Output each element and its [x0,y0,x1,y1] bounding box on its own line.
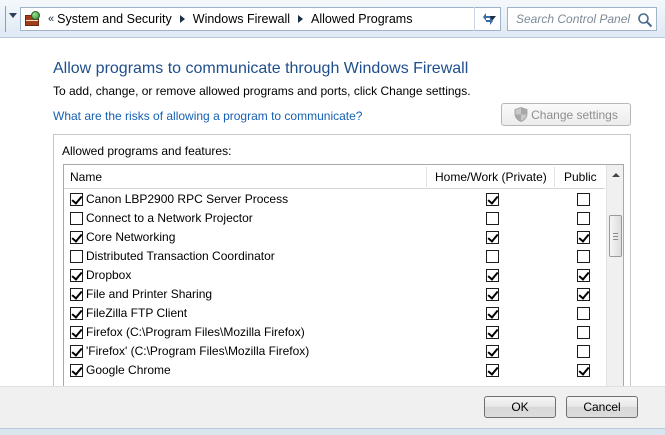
public-network-checkbox[interactable] [577,269,590,282]
program-enabled-checkbox[interactable] [70,345,83,358]
program-enabled-checkbox[interactable] [70,212,83,225]
program-name: Firefox (C:\Program Files\Mozilla Firefo… [86,325,305,339]
scroll-up-arrow-icon[interactable] [612,173,620,177]
address-bar: « System and Security Windows Firewall A… [0,0,665,38]
program-enabled-checkbox[interactable] [70,288,83,301]
public-network-checkbox[interactable] [577,326,590,339]
table-row[interactable]: Distributed Transaction Coordinator [64,247,605,266]
vertical-scrollbar[interactable] [606,165,623,386]
program-enabled-checkbox[interactable] [70,326,83,339]
cancel-button[interactable]: Cancel [566,396,638,418]
private-network-checkbox[interactable] [486,326,499,339]
breadcrumb-windows-firewall[interactable]: Windows Firewall [193,12,290,26]
table-row[interactable]: 'Firefox' (C:\Program Files\Mozilla Fire… [64,342,605,361]
ok-button[interactable]: OK [484,396,556,418]
private-network-checkbox[interactable] [486,231,499,244]
public-network-checkbox[interactable] [577,307,590,320]
program-name: 'Firefox' (C:\Program Files\Mozilla Fire… [86,344,310,358]
recent-pages-dropdown-icon[interactable] [9,13,17,18]
table-row[interactable]: Canon LBP2900 RPC Server Process [64,190,605,209]
page-description: To add, change, or remove allowed progra… [53,84,471,98]
private-network-checkbox[interactable] [486,269,499,282]
change-settings-label: Change settings [531,107,618,122]
uac-shield-icon [514,107,528,122]
column-divider[interactable] [554,167,555,187]
table-row[interactable]: FileZilla FTP Client [64,304,605,323]
window-bottom-edge [0,428,665,435]
private-network-checkbox[interactable] [486,212,499,225]
table-row[interactable]: Connect to a Network Projector [64,209,605,228]
program-name: Canon LBP2900 RPC Server Process [86,192,289,206]
public-network-checkbox[interactable] [577,250,590,263]
table-row[interactable]: Firefox (C:\Program Files\Mozilla Firefo… [64,323,605,342]
program-enabled-checkbox[interactable] [70,364,83,377]
public-network-checkbox[interactable] [577,231,590,244]
programs-list[interactable]: Name Home/Work (Private) Public Canon LB… [63,164,624,386]
search-icon[interactable] [637,12,653,28]
column-header-name[interactable]: Name [64,165,102,189]
program-enabled-checkbox[interactable] [70,269,83,282]
public-network-checkbox[interactable] [577,212,590,225]
breadcrumb[interactable]: « System and Security Windows Firewall A… [20,7,501,31]
breadcrumb-separator-icon[interactable] [298,15,304,23]
risks-link[interactable]: What are the risks of allowing a program… [53,109,362,123]
scrollbar-thumb[interactable] [609,215,622,257]
public-network-checkbox[interactable] [577,288,590,301]
program-name: File and Printer Sharing [86,287,213,301]
column-header-public[interactable]: Public [558,165,597,189]
program-name: Dropbox [86,268,132,282]
public-network-checkbox[interactable] [577,364,590,377]
search-box[interactable] [507,7,657,31]
change-settings-button[interactable]: Change settings [501,103,631,126]
private-network-checkbox[interactable] [486,288,499,301]
program-rows: Canon LBP2900 RPC Server Process Connect … [64,190,605,380]
search-input[interactable] [508,8,636,30]
column-divider[interactable] [426,167,427,187]
table-row[interactable]: Google Chrome [64,361,605,380]
program-name: FileZilla FTP Client [86,306,188,320]
breadcrumb-separator-icon[interactable] [179,15,185,23]
program-name: Distributed Transaction Coordinator [86,249,275,263]
program-name: Connect to a Network Projector [86,211,253,225]
public-network-checkbox[interactable] [577,345,590,358]
program-name: Core Networking [86,230,176,244]
group-label: Allowed programs and features: [62,144,232,158]
breadcrumb-allowed-programs[interactable]: Allowed Programs [311,12,412,26]
refresh-arrows-icon [482,13,493,25]
private-network-checkbox[interactable] [486,193,499,206]
private-network-checkbox[interactable] [486,307,499,320]
table-row[interactable]: Dropbox [64,266,605,285]
list-header: Name Home/Work (Private) Public [64,165,605,189]
private-network-checkbox[interactable] [486,345,499,358]
program-name: Google Chrome [86,363,171,377]
program-enabled-checkbox[interactable] [70,231,83,244]
breadcrumb-system-and-security[interactable]: System and Security [57,12,172,26]
breadcrumb-overflow-chevron[interactable]: « [48,13,54,25]
back-forward-edge[interactable] [0,6,6,32]
column-header-private[interactable]: Home/Work (Private) [429,165,547,189]
table-row[interactable]: File and Printer Sharing [64,285,605,304]
private-network-checkbox[interactable] [486,364,499,377]
private-network-checkbox[interactable] [486,250,499,263]
program-enabled-checkbox[interactable] [70,307,83,320]
page-title: Allow programs to communicate through Wi… [53,60,469,77]
table-row[interactable]: Core Networking [64,228,605,247]
refresh-button[interactable] [474,7,500,31]
public-network-checkbox[interactable] [577,193,590,206]
firewall-icon [24,11,42,27]
program-enabled-checkbox[interactable] [70,193,83,206]
program-enabled-checkbox[interactable] [70,250,83,263]
